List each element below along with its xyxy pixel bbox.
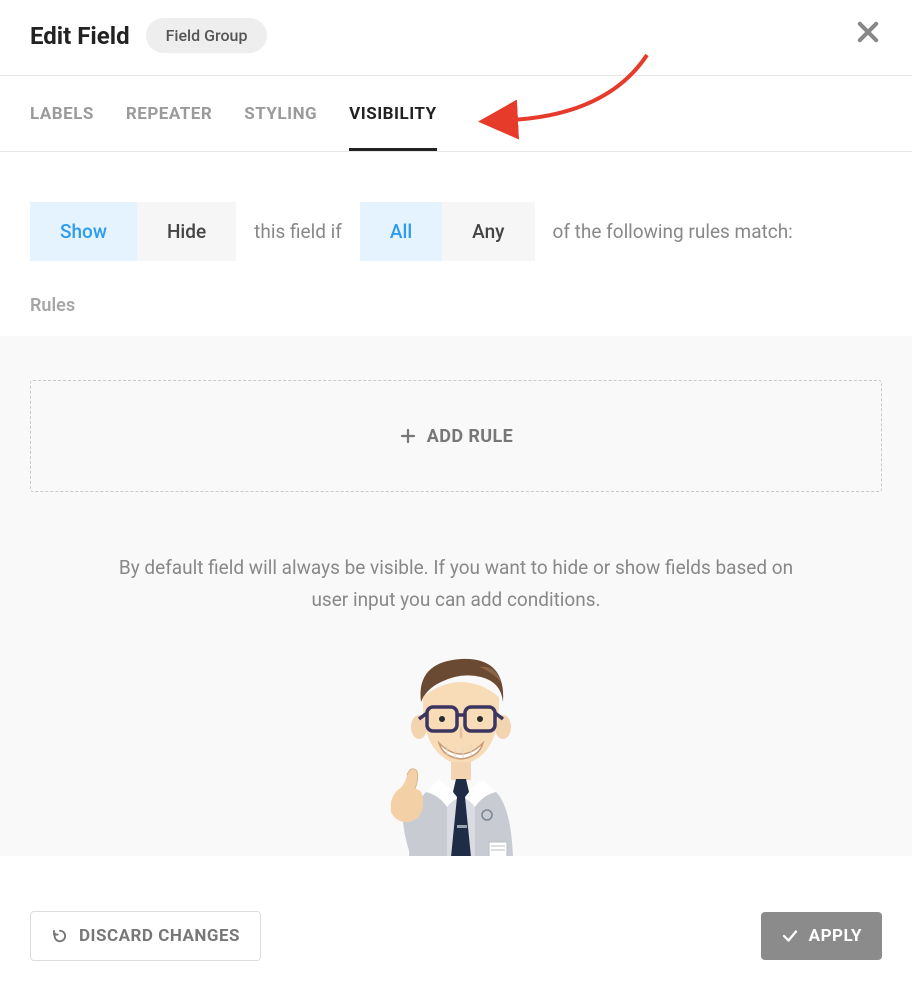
plus-icon	[399, 427, 417, 445]
modal-footer: DISCARD CHANGES APPLY	[0, 876, 912, 996]
undo-icon	[51, 927, 69, 945]
hide-option[interactable]: Hide	[137, 202, 236, 261]
close-button[interactable]	[854, 18, 882, 46]
tab-content: Show Hide this field if All Any of the f…	[0, 152, 912, 856]
tab-labels[interactable]: LABELS	[30, 76, 94, 151]
sentence-text-1: this field if	[254, 220, 342, 243]
rules-heading: Rules	[30, 295, 882, 316]
apply-label: APPLY	[809, 926, 862, 946]
tabs-bar: LABELS REPEATER STYLING VISIBILITY	[0, 76, 912, 152]
all-option[interactable]: All	[360, 202, 442, 261]
rules-panel: ADD RULE By default field will always be…	[0, 336, 912, 856]
modal-title: Edit Field	[30, 22, 130, 50]
tab-repeater[interactable]: REPEATER	[126, 76, 212, 151]
tab-visibility[interactable]: VISIBILITY	[349, 76, 436, 151]
check-icon	[781, 927, 799, 945]
add-rule-button[interactable]: ADD RULE	[30, 380, 882, 492]
tab-styling[interactable]: STYLING	[244, 76, 317, 151]
show-option[interactable]: Show	[30, 202, 137, 261]
discard-label: DISCARD CHANGES	[79, 926, 240, 946]
field-type-pill: Field Group	[146, 18, 268, 53]
add-rule-label: ADD RULE	[427, 426, 513, 447]
allany-toggle: All Any	[360, 202, 535, 261]
any-option[interactable]: Any	[442, 202, 534, 261]
close-icon	[854, 18, 882, 46]
visibility-sentence: Show Hide this field if All Any of the f…	[30, 202, 882, 261]
showhide-toggle: Show Hide	[30, 202, 236, 261]
visibility-help-text: By default field will always be visible.…	[30, 552, 882, 617]
sentence-text-2: of the following rules match:	[553, 220, 793, 243]
apply-button[interactable]: APPLY	[761, 912, 882, 960]
modal-header: Edit Field Field Group	[0, 0, 912, 76]
discard-button[interactable]: DISCARD CHANGES	[30, 911, 261, 961]
mascot-illustration	[30, 647, 882, 856]
